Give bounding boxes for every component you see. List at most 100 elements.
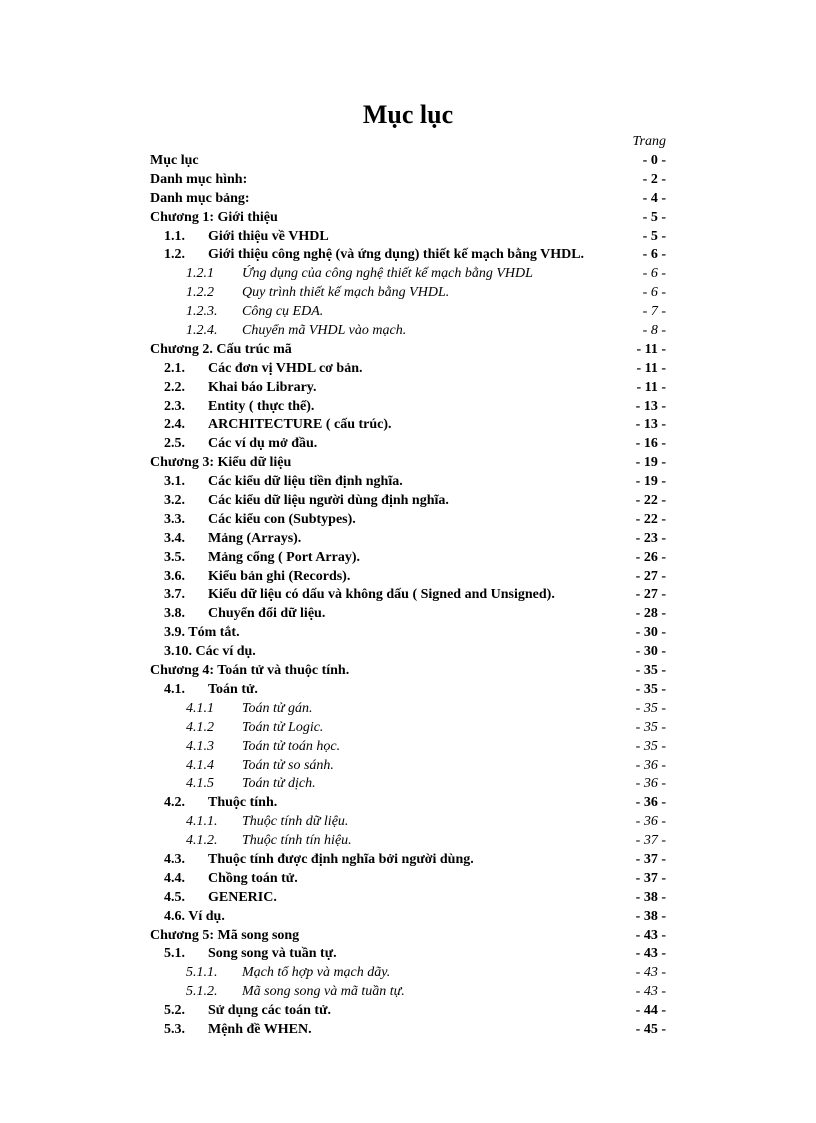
toc-entry: 2.1.Các đơn vị VHDL cơ bản.- 11 - [150, 360, 666, 379]
toc-entry-page: - 11 - [636, 379, 666, 398]
toc-entry-text: Các kiểu dữ liệu người dùng định nghĩa. [208, 493, 449, 508]
toc-entry-label: Danh mục hình: [150, 171, 247, 190]
toc-entry-text: 3.10. Các ví dụ. [164, 644, 256, 659]
toc-entry: 3.2.Các kiểu dữ liệu người dùng định ngh… [150, 492, 666, 511]
toc-entry-text: 3.9. Tóm tắt. [164, 625, 240, 640]
toc-entry-number: 4.1.2 [186, 719, 242, 738]
toc-entry-text: Toán tử dịch. [242, 776, 316, 791]
toc-entry-label: 4.6. Ví dụ. [164, 908, 225, 927]
toc-entry-text: Thuộc tính. [208, 795, 277, 810]
toc-entry: 4.1.1Toán tử gán.- 35 - [150, 700, 666, 719]
toc-entry-text: Entity ( thực thể). [208, 399, 314, 414]
toc-entry-page: - 27 - [636, 568, 666, 587]
toc-entry-label: 1.2.2Quy trình thiết kế mạch bằng VHDL. [186, 284, 449, 303]
toc-entry-number: 3.7. [164, 586, 208, 605]
toc-entry-label: 3.1.Các kiểu dữ liệu tiền định nghĩa. [164, 473, 403, 492]
toc-entry-label: 5.1.Song song và tuần tự. [164, 945, 337, 964]
toc-entry-number: 1.2. [164, 246, 208, 265]
toc-entry-label: 2.4.ARCHITECTURE ( cấu trúc). [164, 416, 392, 435]
toc-entry-label: 1.2.4.Chuyển mã VHDL vào mạch. [186, 322, 406, 341]
toc-entry-number: 3.4. [164, 530, 208, 549]
toc-entry-page: - 19 - [636, 473, 666, 492]
toc-entry-text: Công cụ EDA. [242, 304, 323, 319]
toc-entry-page: - 43 - [636, 964, 666, 983]
toc-entry-text: Danh mục bảng: [150, 191, 250, 206]
toc-entry-text: Toán tử toán học. [242, 739, 340, 754]
toc-entry-page: - 22 - [636, 492, 666, 511]
toc-entry-page: - 26 - [636, 549, 666, 568]
toc-entry: 3.10. Các ví dụ.- 30 - [150, 643, 666, 662]
toc-entry-page: - 36 - [636, 775, 666, 794]
toc-entry: Chương 2. Cấu trúc mã- 11 - [150, 341, 666, 360]
toc-entry-page: - 37 - [636, 832, 666, 851]
toc-entry: 5.1.Song song và tuần tự.- 43 - [150, 945, 666, 964]
toc-entry-label: 3.3.Các kiểu con (Subtypes). [164, 511, 356, 530]
toc-entry: Chương 5: Mã song song- 43 - [150, 927, 666, 946]
toc-entry: 3.1.Các kiểu dữ liệu tiền định nghĩa. - 1… [150, 473, 666, 492]
toc-entry: 3.4.Mảng (Arrays).- 23 - [150, 530, 666, 549]
toc-entry-number: 5.1.1. [186, 964, 242, 983]
toc-entry: 1.2.3.Công cụ EDA.- 7 - [150, 303, 666, 322]
toc-entry-label: 4.3.Thuộc tính được định nghĩa bởi người… [164, 851, 474, 870]
toc-entry-label: 4.1.1Toán tử gán. [186, 700, 313, 719]
toc-entry: 1.2.4.Chuyển mã VHDL vào mạch. - 8 - [150, 322, 666, 341]
toc-entry-page: - 5 - [643, 209, 666, 228]
toc-entry-page: - 35 - [636, 719, 666, 738]
toc-entry-label: 4.1.3Toán tử toán học. [186, 738, 340, 757]
toc-entry-number: 4.1.2. [186, 832, 242, 851]
toc-entry-number: 1.2.4. [186, 322, 242, 341]
toc-entry: 3.7.Kiểu dữ liệu có dấu và không dấu ( S… [150, 586, 666, 605]
toc-entry-number: 3.2. [164, 492, 208, 511]
toc-entry-number: 5.1.2. [186, 983, 242, 1002]
toc-entry-text: Thuộc tính tín hiệu. [242, 833, 352, 848]
toc-entry: 4.1.3Toán tử toán học.- 35 - [150, 738, 666, 757]
toc-entry: 4.3.Thuộc tính được định nghĩa bởi người… [150, 851, 666, 870]
toc-entry-label: 5.2.Sử dụng các toán tử. [164, 1002, 331, 1021]
toc-entry-text: Chuyển mã VHDL vào mạch. [242, 323, 406, 338]
toc-entry-label: 1.2.Giới thiệu công nghệ (và ứng dụng) t… [164, 246, 584, 265]
toc-entry: Danh mục bảng:- 4 - [150, 190, 666, 209]
toc-entry-text: Khai báo Library. [208, 380, 317, 395]
toc-entry: 4.4.Chồng toán tử.- 37 - [150, 870, 666, 889]
toc-entry-text: Toán tử gán. [242, 701, 313, 716]
toc-entry-text: GENERIC. [208, 890, 277, 905]
toc-entry-label: 3.2.Các kiểu dữ liệu người dùng định ngh… [164, 492, 449, 511]
toc-entry-label: 4.1.2Toán tử Logic. [186, 719, 323, 738]
toc-entry-number: 3.8. [164, 605, 208, 624]
toc-entry-page: - 8 - [643, 322, 666, 341]
toc-entry: 5.1.2.Mã song song và mã tuần tự.- 43 - [150, 983, 666, 1002]
toc-entry-text: Kiểu dữ liệu có dấu và không dấu ( Signe… [208, 587, 555, 602]
toc-entry: 1.2.1Ứng dụng của công nghệ thiết kế mạc… [150, 265, 666, 284]
toc-entry-text: Chương 1: Giới thiệu [150, 210, 278, 225]
toc-entry-label: 1.2.1Ứng dụng của công nghệ thiết kế mạc… [186, 265, 533, 284]
toc-entry: 3.9. Tóm tắt.- 30 - [150, 624, 666, 643]
toc-entry-text: Chương 3: Kiểu dữ liệu [150, 455, 291, 470]
toc-entry-number: 4.1.1. [186, 813, 242, 832]
toc-entry-text: Sử dụng các toán tử. [208, 1003, 331, 1018]
toc-entry-page: - 35 - [636, 681, 666, 700]
toc-entry-page: - 28 - [636, 605, 666, 624]
toc-entry-text: Toán tử so sánh. [242, 758, 334, 773]
toc-entry-number: 4.1.1 [186, 700, 242, 719]
toc-entry-page: - 0 - [643, 152, 666, 171]
toc-entry: 4.6. Ví dụ.- 38 - [150, 908, 666, 927]
toc-entry-text: Thuộc tính được định nghĩa bởi người dùn… [208, 852, 474, 867]
toc-entry-text: Các ví dụ mở đầu. [208, 436, 317, 451]
toc-entry-text: Mục lục [150, 153, 199, 168]
toc-entry-label: 4.1.2.Thuộc tính tín hiệu. [186, 832, 352, 851]
toc-entry-label: 4.5.GENERIC. [164, 889, 277, 908]
toc-entry-number: 4.2. [164, 794, 208, 813]
toc-entry-number: 4.3. [164, 851, 208, 870]
toc-entry-page: - 43 - [636, 983, 666, 1002]
toc-entry-page: - 13 - [636, 398, 666, 417]
toc-entry-number: 2.3. [164, 398, 208, 417]
toc-entry-label: 1.2.3.Công cụ EDA. [186, 303, 323, 322]
toc-entry-text: Chương 4: Toán tử và thuộc tính. [150, 663, 349, 678]
toc-entry-label: 2.1.Các đơn vị VHDL cơ bản. [164, 360, 363, 379]
toc-entry-number: 2.5. [164, 435, 208, 454]
table-of-contents: Mục lục- 0 -Danh mục hình:- 2 -Danh mục … [150, 152, 666, 1040]
toc-entry-page: - 27 - [636, 586, 666, 605]
toc-entry-text: 4.6. Ví dụ. [164, 909, 225, 924]
toc-entry: 3.3.Các kiểu con (Subtypes).- 22 - [150, 511, 666, 530]
toc-entry-page: - 37 - [636, 851, 666, 870]
